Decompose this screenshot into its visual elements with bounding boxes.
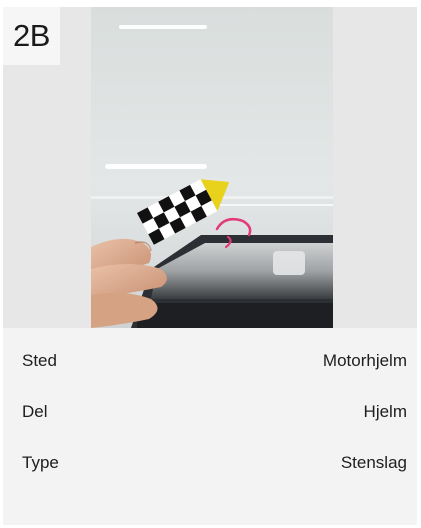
- detail-label: Sted: [22, 351, 57, 370]
- photo-area: 2B: [3, 7, 417, 328]
- damage-photo[interactable]: [91, 7, 333, 328]
- detail-row-type: Type Stenslag: [22, 448, 407, 478]
- detail-value: Stenslag: [340, 453, 407, 472]
- detail-row-location: Sted Motorhjelm: [22, 346, 407, 376]
- detail-label: Type: [22, 453, 59, 472]
- detail-row-part: Del Hjelm: [22, 397, 407, 427]
- detail-value: Motorhjelm: [322, 351, 407, 370]
- damage-details: Sted Motorhjelm Del Hjelm Type Stenslag: [3, 328, 417, 525]
- damage-card: 2B Sted Motorhjelm Del Hjelm Type Stensl…: [3, 7, 417, 525]
- damage-id-badge: 2B: [3, 7, 60, 65]
- detail-label: Del: [22, 402, 48, 421]
- detail-value: Hjelm: [363, 402, 407, 421]
